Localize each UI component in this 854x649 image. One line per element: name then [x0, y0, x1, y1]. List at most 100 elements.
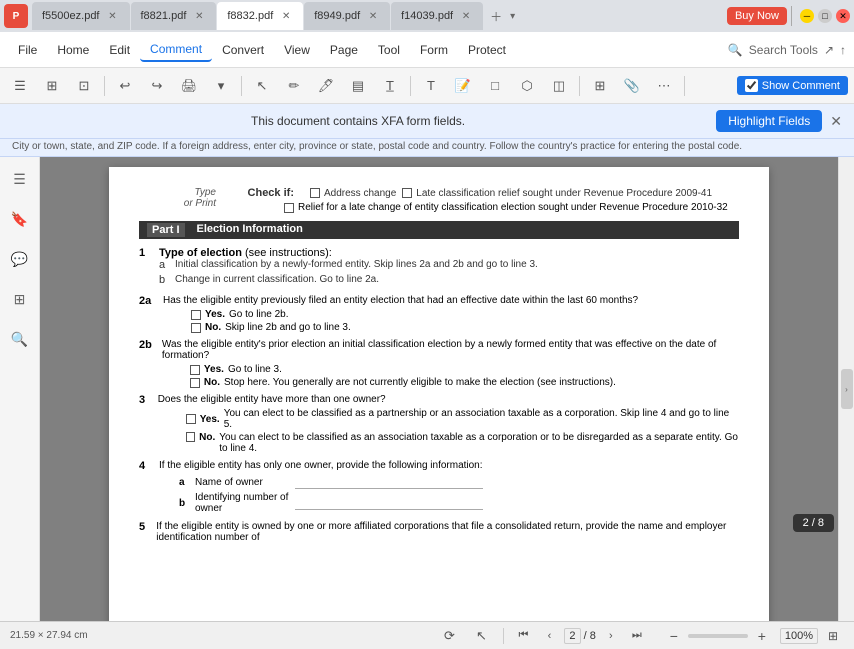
tab-f14039[interactable]: f14039.pdf ✕ [391, 2, 483, 30]
field-4: 4 If the eligible entity has only one ow… [139, 460, 739, 517]
marquee-tool-button[interactable]: ⊡ [70, 73, 98, 99]
xfa-close-button[interactable]: ✕ [830, 113, 842, 130]
field-2a-label: Has the eligible entity previously filed… [163, 295, 638, 306]
fit-page-button[interactable]: ⊞ [822, 625, 844, 647]
current-page[interactable]: 2 [564, 628, 580, 644]
last-page-button[interactable]: ⏭ [626, 625, 648, 647]
tab-f8949[interactable]: f8949.pdf ✕ [304, 2, 390, 30]
next-page-button[interactable]: › [600, 625, 622, 647]
checkbox-address[interactable] [310, 188, 320, 198]
cursor-mode-button[interactable]: ↖ [467, 623, 495, 649]
tab-f8821[interactable]: f8821.pdf ✕ [131, 2, 217, 30]
name-row-b: b Identifying number of owner [179, 492, 483, 514]
sidebar-search-icon[interactable]: 🔍 [6, 325, 34, 353]
menu-view[interactable]: View [274, 39, 320, 61]
callout-tool[interactable]: ⬡ [513, 73, 541, 99]
menu-comment[interactable]: Comment [140, 38, 212, 62]
close-button[interactable]: ✕ [836, 9, 850, 23]
highlight-tool[interactable]: ▤ [344, 73, 372, 99]
search-tools-label: Search Tools [749, 43, 818, 57]
underline-tool[interactable]: T̲ [376, 73, 404, 99]
highlight-fields-button[interactable]: Highlight Fields [716, 110, 822, 132]
text-tool[interactable]: T [417, 73, 445, 99]
show-comment-toggle[interactable]: Show Comment [737, 76, 848, 95]
select-tool-button[interactable]: ⊞ [38, 73, 66, 99]
answer-2b-yes-label: Yes. [204, 364, 224, 375]
redo-button[interactable]: ↪ [143, 73, 171, 99]
undo-button[interactable]: ↩ [111, 73, 139, 99]
window-controls: ─ □ ✕ [800, 9, 850, 23]
menu-file[interactable]: File [8, 39, 47, 61]
answer-2b-no-text: Stop here. You generally are not current… [224, 377, 616, 388]
menu-form[interactable]: Form [410, 39, 458, 61]
cb-3-no[interactable] [186, 432, 195, 442]
rotate-tool[interactable]: ⟳ [435, 623, 463, 649]
name-of-owner-field[interactable] [295, 475, 483, 489]
prev-page-button[interactable]: ‹ [538, 625, 560, 647]
add-tab-button[interactable]: ＋ [484, 4, 508, 28]
field-3-num: 3 [139, 394, 158, 456]
field-1a: a Initial classification by a newly-form… [159, 259, 538, 271]
sidebar-bookmark-icon[interactable]: 🔖 [6, 205, 34, 233]
annotation-tool[interactable]: ✏ [280, 73, 308, 99]
field-1-label: Type of election (see instructions): [159, 247, 538, 259]
hand-tool-button[interactable]: ☰ [6, 73, 34, 99]
cb-3-yes[interactable] [186, 414, 196, 424]
attach-tool[interactable]: 📎 [618, 73, 646, 99]
check-if-row: Type or Print Check if: Address change L… [139, 187, 739, 213]
sub-text-b: Change in current classification. Go to … [175, 274, 538, 285]
menu-home[interactable]: Home [47, 39, 99, 61]
stamp-tool[interactable]: ◫ [545, 73, 573, 99]
pdf-viewer[interactable]: Type or Print Check if: Address change L… [40, 157, 838, 621]
more-tool[interactable]: ⋯ [650, 73, 678, 99]
measure-tool[interactable]: ⊞ [586, 73, 614, 99]
tab-close-f8821[interactable]: ✕ [192, 9, 206, 23]
checkbox-relief[interactable] [284, 203, 294, 213]
sidebar-nav-icon[interactable]: ☰ [6, 165, 34, 193]
tab-dropdown-button[interactable]: ▾ [510, 11, 515, 22]
maximize-button[interactable]: □ [818, 9, 832, 23]
section-title: Election Information [197, 223, 303, 237]
cb-2a-yes[interactable] [191, 310, 201, 320]
first-page-button[interactable]: ⏮ [512, 625, 534, 647]
answer-2b-yes: Yes. Go to line 3. [190, 364, 739, 375]
menu-convert[interactable]: Convert [212, 39, 274, 61]
right-panel-toggle[interactable]: › [841, 369, 853, 409]
shape-tool[interactable]: □ [481, 73, 509, 99]
sidebar-comment-icon[interactable]: 💬 [6, 245, 34, 273]
checkbox-address-row: Address change [310, 188, 396, 199]
minimize-button[interactable]: ─ [800, 9, 814, 23]
nav-controls: ⟳ ↖ ⏮ ‹ 2 / 8 › ⏭ [435, 623, 647, 649]
buy-now-button[interactable]: Buy Now [727, 7, 787, 25]
page-dimensions: 21.59 × 27.94 cm [10, 630, 88, 641]
zoom-slider[interactable] [688, 634, 748, 638]
cb-2a-no[interactable] [191, 323, 201, 333]
pen-tool[interactable]: 🖊 [312, 73, 340, 99]
note-tool[interactable]: 📝 [449, 73, 477, 99]
menu-edit[interactable]: Edit [99, 39, 140, 61]
field-4-num: 4 [139, 460, 159, 517]
cursor-tool[interactable]: ↖ [248, 73, 276, 99]
cb-2b-no[interactable] [190, 378, 200, 388]
field-1: 1 Type of election (see instructions): a… [139, 247, 739, 289]
dropdown-button[interactable]: ▾ [207, 73, 235, 99]
field-5: 5 If the eligible entity is owned by one… [139, 521, 739, 543]
menu-tool[interactable]: Tool [368, 39, 410, 61]
tab-close-f8832[interactable]: ✕ [279, 9, 293, 23]
checkbox-late[interactable] [402, 188, 412, 198]
tab-f8832[interactable]: f8832.pdf ✕ [217, 2, 303, 30]
identifying-number-field[interactable] [295, 496, 483, 510]
print-button[interactable]: 🖨 [175, 73, 203, 99]
zoom-out-button[interactable]: − [664, 626, 684, 646]
show-comment-checkbox[interactable] [745, 79, 758, 92]
menu-protect[interactable]: Protect [458, 39, 516, 61]
menu-page[interactable]: Page [320, 39, 368, 61]
tab-close-f5500ez[interactable]: ✕ [106, 9, 120, 23]
tab-close-f8949[interactable]: ✕ [366, 9, 380, 23]
answer-2a-no: No. Skip line 2b and go to line 3. [191, 322, 638, 333]
tab-close-f14039[interactable]: ✕ [459, 9, 473, 23]
cb-2b-yes[interactable] [190, 365, 200, 375]
sidebar-page-icon[interactable]: ⊞ [6, 285, 34, 313]
zoom-in-button[interactable]: + [752, 626, 772, 646]
tab-f5500ez[interactable]: f5500ez.pdf ✕ [32, 2, 130, 30]
